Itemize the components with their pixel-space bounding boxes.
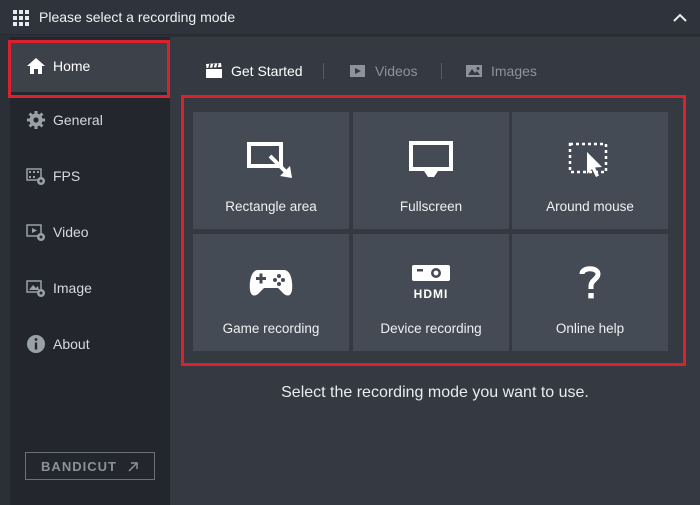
- tab-bar: Get Started Videos Images: [170, 37, 700, 95]
- mode-label: Game recording: [222, 321, 320, 336]
- mode-online-help[interactable]: Online help: [512, 234, 668, 351]
- clapperboard-icon: [205, 63, 223, 79]
- picture-icon: [465, 63, 483, 79]
- mode-rectangle-area[interactable]: Rectangle area: [193, 112, 349, 229]
- tab-images[interactable]: Images: [465, 61, 537, 81]
- sidebar-item-general[interactable]: General: [10, 94, 170, 146]
- bandicut-logo-label: BANDICUT: [41, 458, 117, 474]
- mode-label: Rectangle area: [225, 199, 317, 214]
- sidebar-item-label: Video: [53, 224, 89, 240]
- collapse-chevron-up-icon[interactable]: [672, 9, 688, 25]
- sidebar-item-about[interactable]: About: [10, 318, 170, 370]
- sidebar-item-label: Home: [53, 58, 91, 74]
- info-icon: [25, 333, 47, 355]
- tab-label: Get Started: [231, 63, 303, 79]
- video-gear-icon: [25, 221, 47, 243]
- grid-menu-icon[interactable]: [13, 10, 29, 26]
- tab-get-started[interactable]: Get Started: [205, 61, 303, 81]
- window-title: Please select a recording mode: [39, 9, 236, 25]
- video-play-icon: [349, 63, 367, 79]
- mode-label: Around mouse: [546, 199, 634, 214]
- sidebar-item-video[interactable]: Video: [10, 206, 170, 258]
- mode-game-recording[interactable]: Game recording: [193, 234, 349, 351]
- tab-videos[interactable]: Videos: [349, 61, 418, 81]
- question-icon: [565, 262, 615, 302]
- mode-label: Fullscreen: [399, 199, 463, 214]
- tab-divider: [441, 63, 442, 79]
- svg-text:HDMI: HDMI: [414, 287, 449, 301]
- sidebar-item-fps[interactable]: FPS: [10, 150, 170, 202]
- tab-label: Images: [491, 63, 537, 79]
- gear-icon: [25, 109, 47, 131]
- rectangle-area-icon: [246, 140, 296, 180]
- around-mouse-icon: [565, 140, 615, 180]
- mode-fullscreen[interactable]: Fullscreen: [353, 112, 509, 229]
- monitor-icon: [406, 140, 456, 180]
- mode-label: Device recording: [380, 321, 482, 336]
- mode-label: Online help: [555, 321, 625, 336]
- image-gear-icon: [25, 277, 47, 299]
- bandicut-button[interactable]: BANDICUT: [25, 452, 155, 480]
- mode-device-recording[interactable]: HDMI Device recording: [353, 234, 509, 351]
- tab-divider: [323, 63, 324, 79]
- sidebar-item-label: General: [53, 112, 103, 128]
- sidebar-item-label: Image: [53, 280, 92, 296]
- tab-label: Videos: [375, 63, 418, 79]
- sidebar-item-label: About: [53, 336, 90, 352]
- sidebar: Home General FPS Video Image About BANDI…: [10, 37, 170, 505]
- external-link-arrow-icon: [127, 460, 139, 472]
- fps-gear-icon: [25, 165, 47, 187]
- instruction-text: Select the recording mode you want to us…: [281, 384, 589, 401]
- title-bar: Please select a recording mode: [0, 0, 700, 35]
- sidebar-item-home[interactable]: Home: [10, 40, 170, 92]
- hdmi-device-icon: HDMI: [406, 262, 456, 302]
- sidebar-item-image[interactable]: Image: [10, 262, 170, 314]
- mode-around-mouse[interactable]: Around mouse: [512, 112, 668, 229]
- sidebar-item-label: FPS: [53, 168, 81, 184]
- home-icon: [25, 55, 47, 77]
- gamepad-icon: [246, 262, 296, 302]
